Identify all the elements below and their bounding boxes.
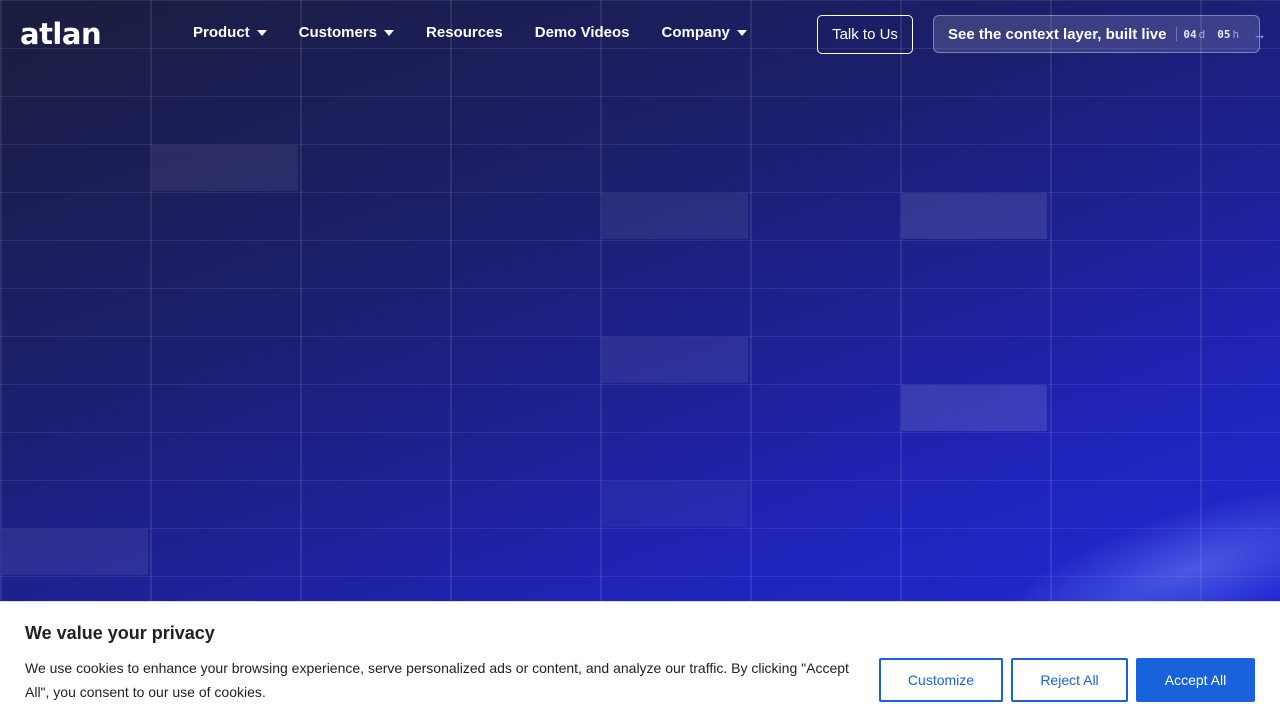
chevron-down-icon	[256, 29, 267, 36]
countdown-timer: 04 d 05 h	[1176, 27, 1249, 41]
chevron-down-icon	[384, 29, 395, 36]
nav-item-label: Company	[661, 24, 730, 41]
context-layer-live-button[interactable]: See the context layer, built live 04 d 0…	[933, 15, 1266, 53]
nav-item-label: Demo Videos	[534, 24, 630, 41]
site-header: atlan Product Customers Resources Demo V…	[0, 0, 1280, 68]
nav-item-demo-videos[interactable]: Demo Videos	[535, 24, 630, 41]
grid-highlight-cell	[602, 337, 748, 383]
nav-item-resources[interactable]: Resources	[426, 24, 503, 41]
accept-all-button[interactable]: Accept All	[1136, 658, 1255, 702]
nav-item-label: Resources	[426, 24, 503, 41]
nav-item-label: Customers	[298, 24, 378, 41]
customize-button[interactable]: Customize	[879, 658, 1003, 702]
countdown-days: 04	[1183, 27, 1197, 41]
cookie-title: We value your privacy	[25, 623, 215, 643]
arrow-right-icon: →	[1253, 26, 1267, 42]
nav-item-company[interactable]: Company	[662, 24, 747, 41]
grid-highlight-cell	[902, 385, 1047, 431]
grid-highlight-cell	[602, 481, 748, 527]
main-nav: Product Customers Resources Demo Videos …	[193, 24, 747, 41]
countdown-days-unit: d	[1198, 27, 1206, 41]
countdown-hours-unit: h	[1232, 27, 1240, 41]
grid-highlight-cell	[902, 193, 1047, 239]
talk-to-us-button[interactable]: Talk to Us	[817, 15, 913, 54]
chevron-down-icon	[736, 29, 747, 36]
atlan-logo[interactable]: atlan	[20, 17, 102, 51]
countdown-hours: 05	[1217, 27, 1231, 41]
nav-item-label: Product	[193, 24, 250, 41]
context-layer-label: See the context layer, built live	[948, 25, 1167, 43]
reject-all-button[interactable]: Reject All	[1011, 658, 1128, 702]
nav-item-customers[interactable]: Customers	[298, 24, 395, 41]
grid-highlight-cell	[2, 529, 148, 575]
grid-highlight-cell	[602, 193, 748, 239]
cookie-description: We use cookies to enhance your browsing …	[25, 660, 849, 700]
cookie-consent-banner: We value your privacy We use cookies to …	[0, 601, 1280, 720]
countdown-divider	[1176, 27, 1178, 41]
nav-item-product[interactable]: Product	[193, 24, 267, 41]
grid-highlight-cell	[152, 145, 298, 191]
